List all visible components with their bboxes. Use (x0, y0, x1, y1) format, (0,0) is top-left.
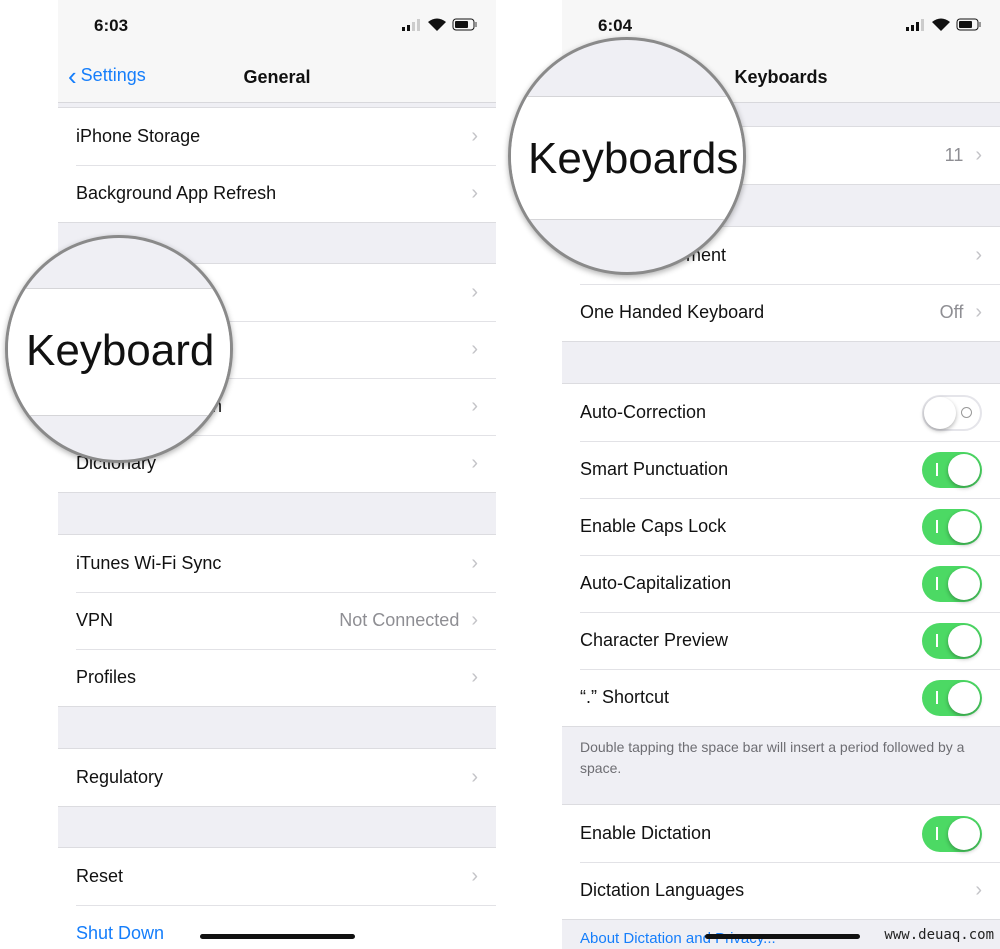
toggle-switch[interactable] (922, 679, 982, 716)
row-toggle: Auto-Capitalization (562, 555, 1000, 612)
chevron-right-icon: › (471, 182, 478, 204)
status-icons (402, 18, 478, 31)
clock: 6:03 (94, 16, 129, 35)
chevron-right-icon: › (975, 301, 982, 323)
shortcut-footer: Double tapping the space bar will insert… (580, 739, 965, 776)
magnifier-keyboard: Keyboard (5, 235, 233, 463)
row-label: Smart Punctuation (580, 459, 729, 479)
row-one-handed-keyboard[interactable]: One Handed Keyboard Off › (562, 284, 1000, 341)
battery-icon (956, 18, 981, 31)
row-reset[interactable]: Reset › (58, 848, 496, 905)
toggle-switch[interactable] (922, 394, 982, 431)
magnified-keyboards-label: Keyboards (528, 134, 739, 183)
chevron-right-icon: › (975, 144, 982, 166)
signal-icon (906, 18, 924, 31)
enable-dictation-toggle[interactable] (922, 815, 982, 852)
watermark: www.deuaq.com (884, 927, 994, 943)
row-toggle: Character Preview (562, 612, 1000, 669)
chevron-right-icon: › (471, 552, 478, 574)
chevron-right-icon: › (471, 865, 478, 887)
row-label: Enable Caps Lock (580, 516, 727, 536)
magnifier-keyboards: Keyboards (508, 37, 746, 275)
toggle-switch[interactable] (922, 508, 982, 545)
row-label: Profiles (76, 667, 137, 687)
chevron-right-icon: › (471, 281, 478, 303)
row-label: Auto-Correction (580, 402, 707, 422)
toggle-switch[interactable] (922, 622, 982, 659)
sync-group: iTunes Wi-Fi Sync › VPN Not Connected › Pro… (58, 534, 496, 707)
wifi-icon (932, 18, 950, 31)
battery-icon (452, 18, 477, 31)
row-toggle: “.” Shortcut (562, 669, 1000, 726)
row-label: Dictation Languages (580, 880, 745, 900)
row-toggle: Smart Punctuation (562, 441, 1000, 498)
wifi-icon (428, 18, 446, 31)
row-label: Character Preview (580, 630, 729, 650)
chevron-right-icon: › (471, 766, 478, 788)
toggle-switch[interactable] (922, 451, 982, 488)
general-settings-screen: 6:03 ‹ Settings General iPhone Storage › B… (58, 0, 496, 949)
chevron-right-icon: › (471, 452, 478, 474)
row-label: iTunes Wi-Fi Sync (76, 553, 222, 573)
row-regulatory[interactable]: Regulatory › (58, 749, 496, 806)
row-toggle: Auto-Correction (562, 384, 1000, 441)
home-indicator[interactable] (200, 934, 355, 939)
status-bar: 6:03 (58, 0, 496, 52)
row-iphone-storage[interactable]: iPhone Storage › (58, 108, 496, 165)
row-toggle: Enable Caps Lock (562, 498, 1000, 555)
chevron-right-icon: › (471, 125, 478, 147)
chevron-right-icon: › (471, 609, 478, 631)
row-enable-dictation: Enable Dictation (562, 805, 1000, 862)
chevron-right-icon: › (975, 879, 982, 901)
one-handed-value: Off (939, 302, 964, 322)
clock: 6:04 (598, 16, 633, 35)
row-itunes-sync[interactable]: iTunes Wi-Fi Sync › (58, 535, 496, 592)
row-label: Auto-Capitalization (580, 573, 732, 593)
row-shut-down[interactable]: Shut Down (58, 905, 496, 949)
row-label: One Handed Keyboard (580, 302, 765, 322)
row-label: Regulatory (76, 767, 164, 787)
toggles-group: Auto-Correction Smart Punctuation Enable C… (562, 383, 1000, 727)
keyboards-count: 11 (944, 145, 964, 165)
dictation-group: Enable Dictation Dictation Languages › (562, 804, 1000, 920)
row-label: “.” Shortcut (580, 687, 670, 707)
row-label: Enable Dictation (580, 823, 712, 843)
row-profiles[interactable]: Profiles › (58, 649, 496, 706)
home-indicator[interactable] (705, 934, 860, 939)
row-label: Reset (76, 866, 124, 886)
vpn-status: Not Connected (339, 610, 460, 630)
regulatory-group: Regulatory › (58, 748, 496, 807)
signal-icon (402, 18, 420, 31)
row-label: Background App Refresh (76, 183, 277, 203)
row-label: iPhone Storage (76, 126, 201, 146)
status-icons (906, 18, 982, 31)
chevron-right-icon: › (471, 338, 478, 360)
navigation-bar: ‹ Settings General (58, 52, 496, 103)
chevron-right-icon: › (471, 395, 478, 417)
row-background-app-refresh[interactable]: Background App Refresh › (58, 165, 496, 222)
magnified-keyboard-label: Keyboard (26, 326, 215, 375)
row-label: VPN (76, 610, 114, 630)
storage-group: iPhone Storage › Background App Refresh › (58, 107, 496, 223)
chevron-right-icon: › (471, 666, 478, 688)
page-title: General (243, 67, 311, 87)
row-vpn[interactable]: VPN Not Connected › (58, 592, 496, 649)
chevron-right-icon: › (975, 244, 982, 266)
row-dictation-languages[interactable]: Dictation Languages › (562, 862, 1000, 919)
toggle-switch[interactable] (922, 565, 982, 602)
